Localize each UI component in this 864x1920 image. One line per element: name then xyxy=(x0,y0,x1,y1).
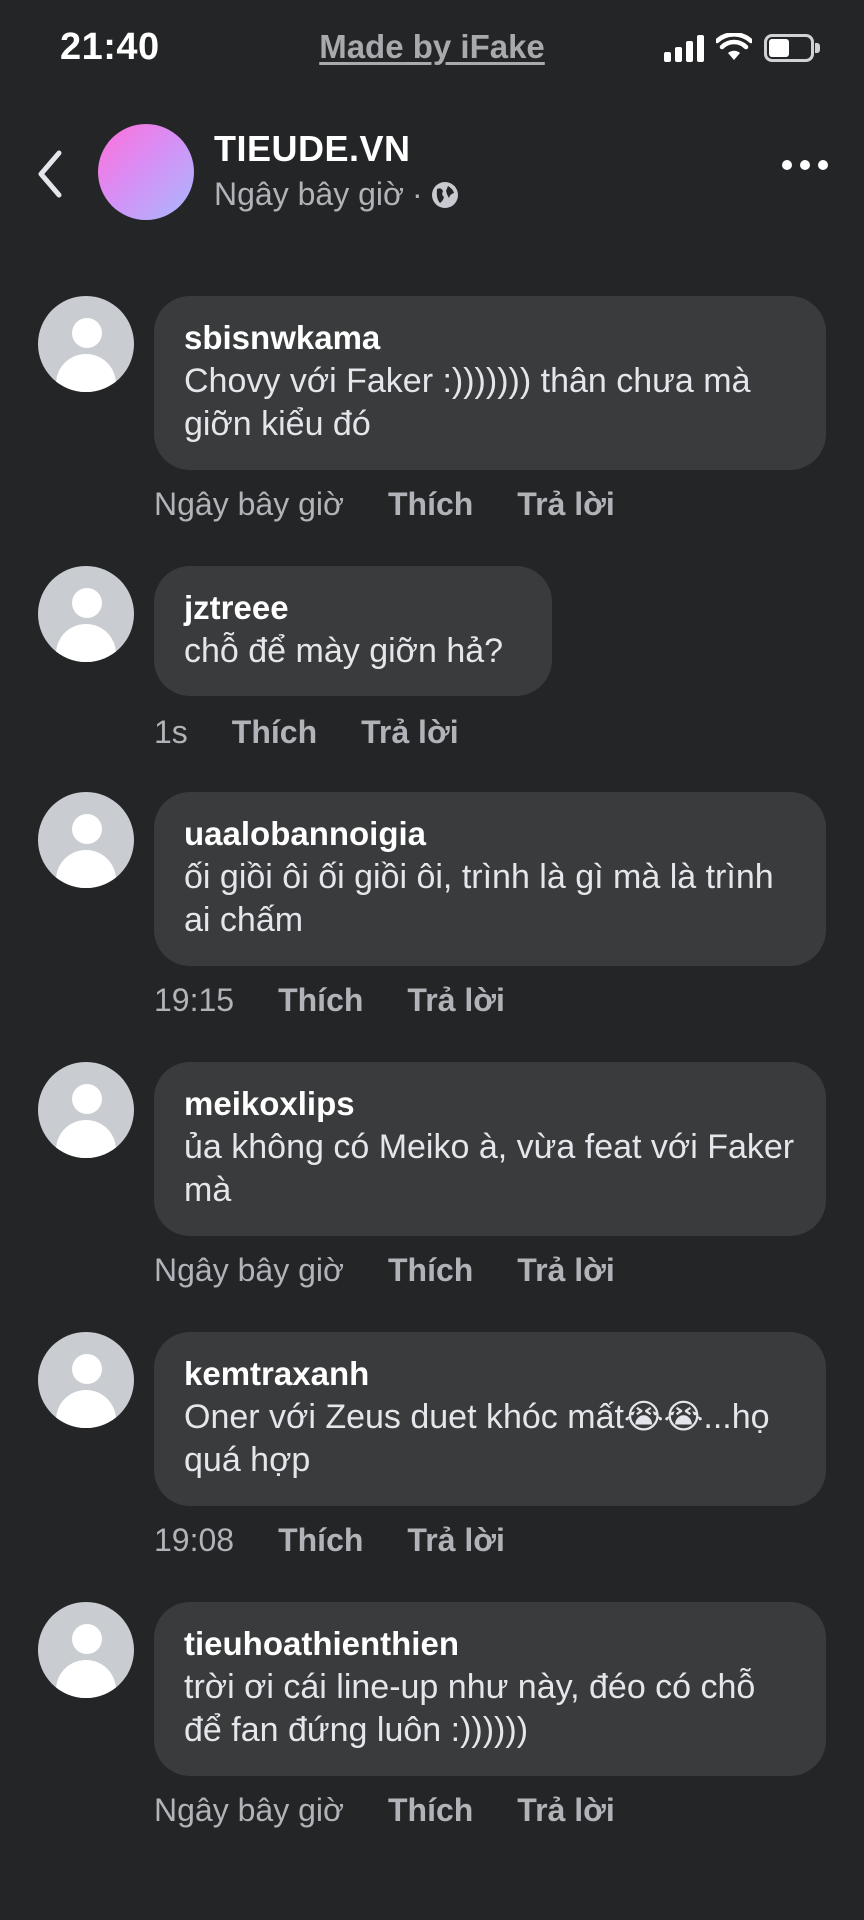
reply-button[interactable]: Trả lời xyxy=(407,982,504,1019)
comment-bubble[interactable]: uaalobannoigia ối giồi ôi ối giồi ôi, tr… xyxy=(154,792,826,966)
avatar[interactable] xyxy=(38,1062,134,1158)
comment-text: trời ơi cái line-up như này, đéo có chỗ … xyxy=(184,1668,756,1749)
like-button[interactable]: Thích xyxy=(388,1252,473,1289)
comment-author[interactable]: sbisnwkama xyxy=(184,318,796,358)
comment-author[interactable]: uaalobannoigia xyxy=(184,814,796,854)
comment-text: ối giồi ôi ối giồi ôi, trình là gì mà là… xyxy=(184,858,774,939)
comment-bubble[interactable]: tieuhoathienthien trời ơi cái line-up nh… xyxy=(154,1602,826,1776)
avatar[interactable] xyxy=(38,792,134,888)
like-button[interactable]: Thích xyxy=(278,982,363,1019)
comment-actions: Ngây bây giờ Thích Trả lời xyxy=(154,1252,615,1289)
comment-author[interactable]: tieuhoathienthien xyxy=(184,1624,796,1664)
meta-separator: · xyxy=(411,176,423,212)
comment-author[interactable]: jztreee xyxy=(184,588,522,628)
reply-button[interactable]: Trả lời xyxy=(517,1252,614,1289)
comment-author[interactable]: kemtraxanh xyxy=(184,1354,796,1394)
comment-time: 19:08 xyxy=(154,1522,235,1558)
avatar[interactable] xyxy=(38,1602,134,1698)
comment-time: Ngây bây giờ xyxy=(154,1792,344,1828)
comment-time: Ngây bây giờ xyxy=(154,486,344,522)
post-time: Ngây bây giờ xyxy=(214,176,404,212)
comment-text: Chovy với Faker :))))))) thân chưa mà gi… xyxy=(184,362,751,443)
comment-bubble[interactable]: kemtraxanh Oner với Zeus duet khóc mất😭😭… xyxy=(154,1332,826,1506)
comment-actions: 19:08 Thích Trả lời xyxy=(154,1522,505,1559)
status-icons xyxy=(664,30,820,66)
comment-actions: Ngây bây giờ Thích Trả lời xyxy=(154,1792,615,1829)
more-options-button[interactable] xyxy=(782,160,828,170)
cellular-signal-icon xyxy=(664,34,704,62)
globe-icon xyxy=(431,181,458,208)
chevron-left-icon xyxy=(38,150,62,198)
post-header: TIEUDE.VN Ngây bây giờ · xyxy=(0,110,864,230)
back-button[interactable] xyxy=(30,146,70,202)
comment-time: 19:15 xyxy=(154,982,235,1018)
comment-text: ủa không có Meiko à, vừa feat với Faker … xyxy=(184,1128,795,1209)
status-bar: 21:40 Made by iFake xyxy=(0,0,864,100)
reply-button[interactable]: Trả lời xyxy=(361,714,458,751)
avatar[interactable] xyxy=(38,296,134,392)
like-button[interactable]: Thích xyxy=(232,714,317,751)
page-avatar[interactable] xyxy=(98,124,194,220)
comment-author[interactable]: meikoxlips xyxy=(184,1084,796,1124)
page-name[interactable]: TIEUDE.VN xyxy=(214,128,411,170)
like-button[interactable]: Thích xyxy=(278,1522,363,1559)
avatar[interactable] xyxy=(38,566,134,662)
comment-actions: Ngây bây giờ Thích Trả lời xyxy=(154,486,615,523)
comment-bubble[interactable]: meikoxlips ủa không có Meiko à, vừa feat… xyxy=(154,1062,826,1236)
avatar[interactable] xyxy=(38,1332,134,1428)
comment-text: chỗ để mày giỡn hả? xyxy=(184,632,504,670)
comment-time: Ngây bây giờ xyxy=(154,1252,344,1288)
like-button[interactable]: Thích xyxy=(388,486,473,523)
comment-text: Oner với Zeus duet khóc mất😭😭...họ quá h… xyxy=(184,1398,770,1479)
wifi-icon xyxy=(716,33,752,60)
reply-button[interactable]: Trả lời xyxy=(407,1522,504,1559)
like-button[interactable]: Thích xyxy=(388,1792,473,1829)
reply-button[interactable]: Trả lời xyxy=(517,486,614,523)
comment-actions: 1s Thích Trả lời xyxy=(154,714,459,751)
battery-icon xyxy=(764,34,820,62)
comment-bubble[interactable]: sbisnwkama Chovy với Faker :))))))) thân… xyxy=(154,296,826,470)
comment-bubble[interactable]: jztreee chỗ để mày giỡn hả? xyxy=(154,566,552,696)
post-meta: Ngây bây giờ · xyxy=(214,176,459,213)
comment-time: 1s xyxy=(154,714,188,750)
reply-button[interactable]: Trả lời xyxy=(517,1792,614,1829)
comment-actions: 19:15 Thích Trả lời xyxy=(154,982,505,1019)
